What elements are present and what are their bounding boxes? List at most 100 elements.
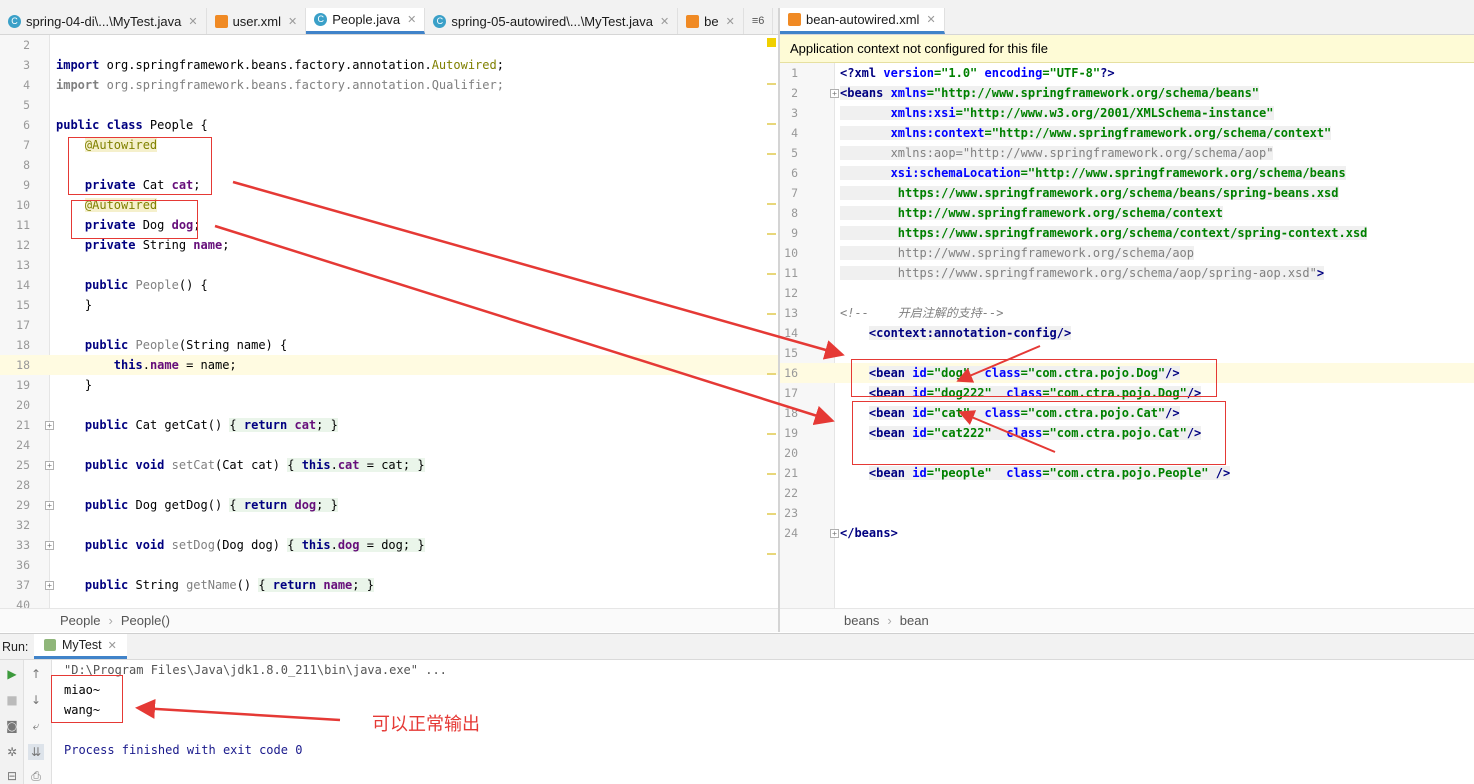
line-number[interactable]: 16 xyxy=(780,363,798,383)
line-number[interactable]: 7 xyxy=(0,135,30,155)
code-line[interactable]: 37 + public String getName() { return nam… xyxy=(0,575,778,595)
line-number[interactable]: 19 xyxy=(780,423,798,443)
close-icon[interactable]: ✕ xyxy=(288,15,297,28)
code-text[interactable]: <!-- 开启注解的支持--> xyxy=(840,303,1003,323)
code-text[interactable]: import org.springframework.beans.factory… xyxy=(56,75,504,95)
line-number[interactable]: 21 xyxy=(0,415,30,435)
close-icon[interactable]: ✕ xyxy=(726,15,735,28)
breadcrumb-item[interactable]: bean xyxy=(900,613,929,628)
stop-icon[interactable]: ■ xyxy=(4,692,20,708)
code-text[interactable]: <?xml version="1.0" encoding="UTF-8"?> xyxy=(840,63,1115,83)
code-text[interactable]: http://www.springframework.org/schema/co… xyxy=(840,203,1223,223)
code-line[interactable]: 33 + public void setDog(Dog dog) { this.d… xyxy=(0,535,778,555)
close-icon[interactable]: ✕ xyxy=(407,13,416,26)
line-number[interactable]: 6 xyxy=(0,115,30,135)
line-number[interactable]: 19 xyxy=(0,375,30,395)
code-line[interactable]: 21 + public Cat getCat() { return cat; } xyxy=(0,415,778,435)
code-text[interactable]: } xyxy=(56,375,92,395)
stripe-mark[interactable] xyxy=(767,513,776,515)
line-number[interactable]: 32 xyxy=(0,515,30,535)
close-icon[interactable]: ✕ xyxy=(188,15,197,28)
line-number[interactable]: 6 xyxy=(780,163,798,183)
code-text[interactable]: public People() { xyxy=(56,275,208,295)
line-number[interactable]: 17 xyxy=(780,383,798,403)
code-text[interactable]: xsi:schemaLocation="http://www.springfra… xyxy=(840,163,1346,183)
line-number[interactable]: 8 xyxy=(0,155,30,175)
line-number[interactable]: 11 xyxy=(0,215,30,235)
scroll-to-end-icon[interactable]: ⇊ xyxy=(28,744,44,760)
close-icon[interactable]: ✕ xyxy=(926,13,935,26)
line-number[interactable]: 21 xyxy=(780,463,798,483)
line-number[interactable]: 5 xyxy=(780,143,798,163)
line-number[interactable]: 8 xyxy=(780,203,798,223)
line-number[interactable]: 12 xyxy=(0,235,30,255)
code-text[interactable]: </beans> xyxy=(840,523,898,543)
code-line[interactable]: 13 xyxy=(0,255,778,275)
line-number[interactable]: 2 xyxy=(780,83,798,103)
line-number[interactable]: 13 xyxy=(780,303,798,323)
code-text[interactable]: public String getName() { return name; } xyxy=(56,575,374,595)
code-text[interactable]: public class People { xyxy=(56,115,208,135)
code-text[interactable]: public Dog getDog() { return dog; } xyxy=(56,495,338,515)
code-line[interactable]: 4 import org.springframework.beans.factor… xyxy=(0,75,778,95)
code-line[interactable]: 20 xyxy=(0,395,778,415)
code-line[interactable]: 24 + </beans> xyxy=(780,523,1474,543)
editor-tab[interactable]: bean-autowired.xml ✕ xyxy=(780,8,945,34)
code-text[interactable]: xmlns:context="http://www.springframewor… xyxy=(840,123,1332,143)
code-line[interactable]: 3 import org.springframework.beans.factor… xyxy=(0,55,778,75)
code-line[interactable]: 5 xmlns:aop="http://www.springframework.… xyxy=(780,143,1474,163)
layout-icon[interactable]: ⊟ xyxy=(4,768,20,784)
code-line[interactable]: 17 xyxy=(0,315,778,335)
line-number[interactable]: 28 xyxy=(0,475,30,495)
code-line[interactable]: 12 xyxy=(780,283,1474,303)
stripe-mark[interactable] xyxy=(767,373,776,375)
code-line[interactable]: 14 <context:annotation-config/> xyxy=(780,323,1474,343)
breadcrumb-item[interactable]: People() xyxy=(121,613,170,628)
tab-overflow-button[interactable]: ≡6 xyxy=(744,8,774,34)
fold-toggle-icon[interactable]: + xyxy=(45,581,54,590)
code-line[interactable]: 23 xyxy=(780,503,1474,523)
stripe-mark[interactable] xyxy=(767,123,776,125)
code-line[interactable]: 7 https://www.springframework.org/schema… xyxy=(780,183,1474,203)
editor-tab[interactable]: Cspring-05-autowired\...\MyTest.java ✕ xyxy=(425,8,679,34)
line-number[interactable]: 25 xyxy=(0,455,30,475)
line-number[interactable]: 36 xyxy=(0,555,30,575)
code-line[interactable]: 19 } xyxy=(0,375,778,395)
fold-toggle-icon[interactable]: + xyxy=(830,89,839,98)
code-line[interactable]: 18 this.name = name; xyxy=(0,355,778,375)
editor-tab[interactable]: C People.java ✕ xyxy=(306,8,426,34)
warning-indicator-icon[interactable] xyxy=(767,38,776,47)
code-line[interactable]: 14 public People() { xyxy=(0,275,778,295)
code-line[interactable]: 15 } xyxy=(0,295,778,315)
code-text[interactable]: import org.springframework.beans.factory… xyxy=(56,55,504,75)
line-number[interactable]: 9 xyxy=(0,175,30,195)
code-line[interactable]: 8 http://www.springframework.org/schema/… xyxy=(780,203,1474,223)
code-line[interactable]: 11 https://www.springframework.org/schem… xyxy=(780,263,1474,283)
print-icon[interactable]: ⎙ xyxy=(28,768,44,784)
line-number[interactable]: 18 xyxy=(0,335,30,355)
code-line[interactable]: 13 <!-- 开启注解的支持--> xyxy=(780,303,1474,323)
stripe-mark[interactable] xyxy=(767,83,776,85)
editor-tab[interactable]: user.xml ✕ xyxy=(207,8,307,34)
line-number[interactable]: 9 xyxy=(780,223,798,243)
line-number[interactable]: 17 xyxy=(0,315,30,335)
rerun-icon[interactable]: ▶ xyxy=(4,666,20,682)
code-line[interactable]: 3 xmlns:xsi="http://www.w3.org/2001/XMLS… xyxy=(780,103,1474,123)
code-line[interactable]: 36 xyxy=(0,555,778,575)
stripe-mark[interactable] xyxy=(767,233,776,235)
code-line[interactable]: 4 xmlns:context="http://www.springframew… xyxy=(780,123,1474,143)
code-line[interactable]: 9 https://www.springframework.org/schema… xyxy=(780,223,1474,243)
line-number[interactable]: 15 xyxy=(780,343,798,363)
code-text[interactable]: https://www.springframework.org/schema/a… xyxy=(840,263,1325,283)
code-text[interactable]: } xyxy=(56,295,92,315)
code-line[interactable]: 29 + public Dog getDog() { return dog; } xyxy=(0,495,778,515)
code-text[interactable]: <beans xmlns="http://www.springframework… xyxy=(840,83,1260,103)
close-icon[interactable]: ✕ xyxy=(660,15,669,28)
stripe-mark[interactable] xyxy=(767,553,776,555)
fold-toggle-icon[interactable]: + xyxy=(830,529,839,538)
code-line[interactable]: 40 xyxy=(0,595,778,608)
stripe-mark[interactable] xyxy=(767,433,776,435)
line-number[interactable]: 20 xyxy=(0,395,30,415)
run-tab-mytest[interactable]: MyTest ✕ xyxy=(34,634,127,659)
code-line[interactable]: 2 xyxy=(0,35,778,55)
